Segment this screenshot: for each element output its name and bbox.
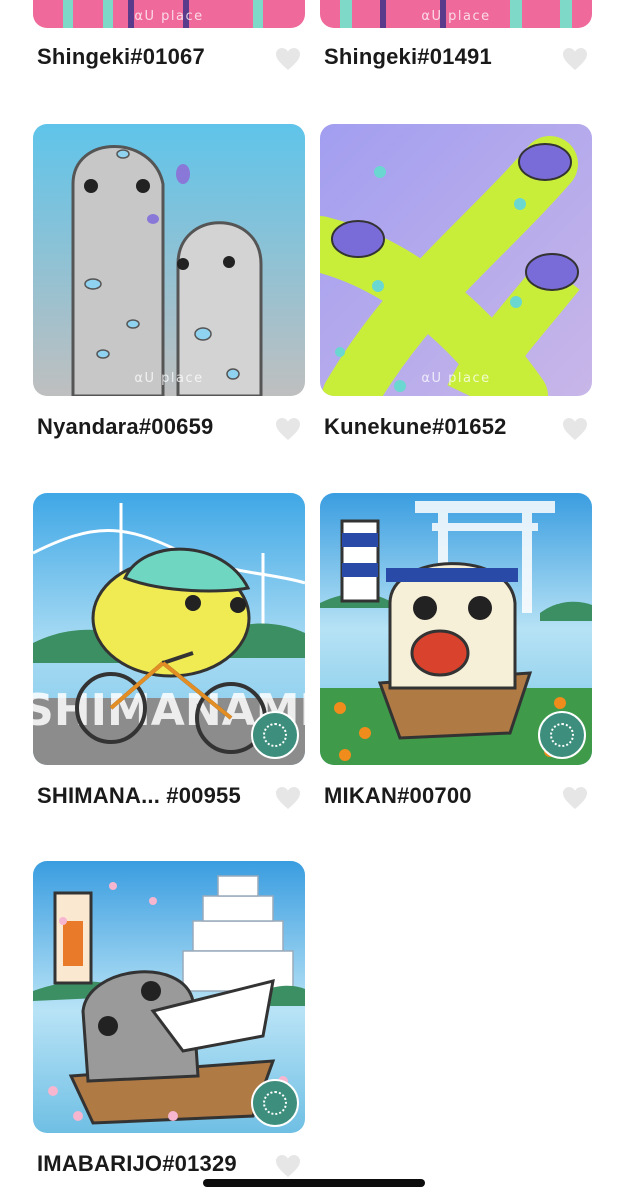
nft-title: IMABARIJO#01329 (37, 1151, 237, 1176)
home-indicator[interactable] (203, 1179, 425, 1187)
nft-title: SHIMANA... #00955 (37, 783, 241, 808)
watermark: αU place (134, 9, 204, 24)
favorite-heart-icon[interactable] (275, 47, 301, 71)
favorite-heart-icon[interactable] (562, 417, 588, 441)
imabari-seal-logo (251, 1079, 299, 1127)
nft-thumbnail[interactable]: SHIMANAMI (33, 493, 305, 765)
nft-title: Kunekune#01652 (324, 414, 507, 439)
favorite-heart-icon[interactable] (275, 786, 301, 810)
nft-title: Shingeki#01067 (37, 44, 205, 69)
imabari-seal-logo (251, 711, 299, 759)
nft-thumbnail[interactable]: αU place (320, 0, 592, 28)
nft-title: MIKAN#00700 (324, 783, 472, 808)
nft-thumbnail[interactable] (320, 493, 592, 765)
favorite-heart-icon[interactable] (562, 786, 588, 810)
watermark: αU place (421, 9, 491, 24)
favorite-heart-icon[interactable] (275, 1154, 301, 1178)
watermark: αU place (421, 371, 491, 386)
favorite-heart-icon[interactable] (275, 417, 301, 441)
nft-thumbnail[interactable] (33, 861, 305, 1133)
nft-title: Nyandara#00659 (37, 414, 214, 439)
imabari-seal-logo (538, 711, 586, 759)
nft-thumbnail[interactable]: αU place (33, 124, 305, 396)
nft-thumbnail[interactable]: αU place (320, 124, 592, 396)
favorite-heart-icon[interactable] (562, 47, 588, 71)
nft-title: Shingeki#01491 (324, 44, 492, 69)
watermark: αU place (134, 371, 204, 386)
nft-thumbnail[interactable]: αU place (33, 0, 305, 28)
